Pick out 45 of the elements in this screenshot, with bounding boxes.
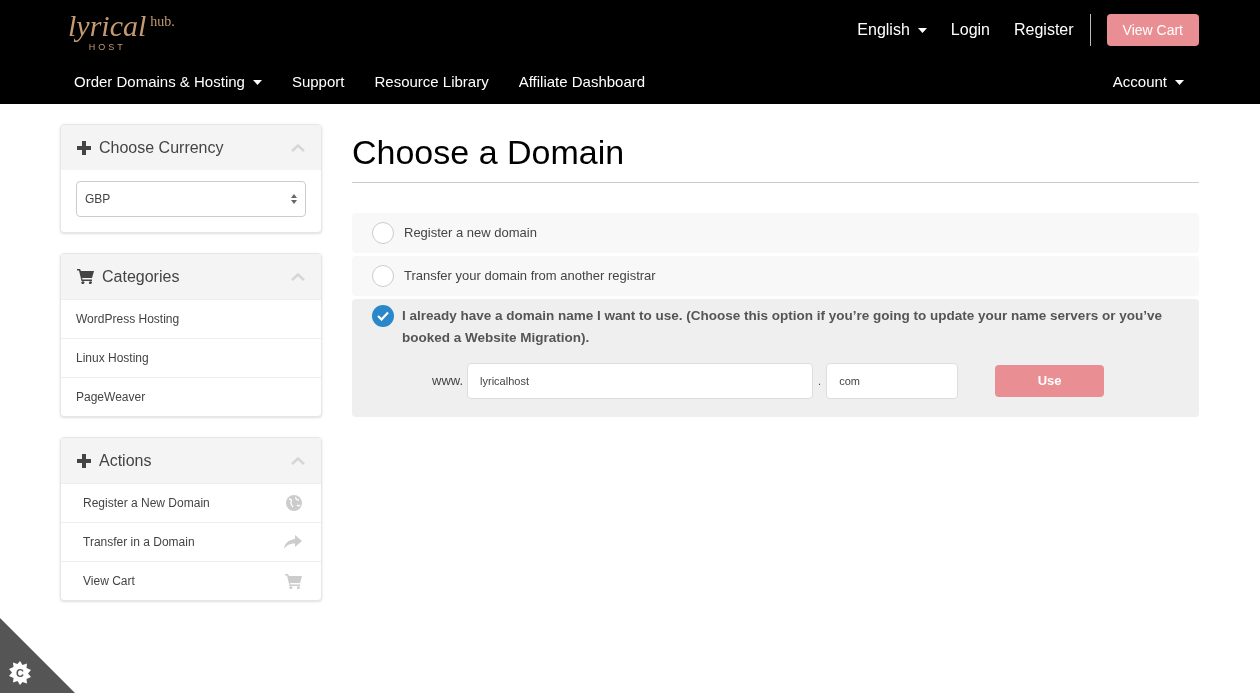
collapse-chevron-icon[interactable] [291,143,305,152]
check-icon [377,311,389,321]
cart-icon [285,573,302,589]
action-link[interactable]: Register a New Domain [61,483,321,522]
domain-name-field[interactable]: lyricalhost [467,363,814,399]
action-link[interactable]: View Cart [61,561,321,600]
domain-option[interactable]: Register a new domain [352,213,1199,253]
share-arrow-icon [284,535,302,549]
nav-link[interactable]: Affiliate Dashboard [518,70,646,94]
plus-icon [77,140,91,155]
header-link[interactable]: English [857,18,927,42]
option-label: I already have a domain name I want to use. (Choose this option if you’re going to update your name servers or you’ve booked a Website Migration). [402,307,1163,347]
site-logo[interactable]: lyrical HOST hub. [68,7,175,53]
tld-field[interactable]: com [826,363,959,399]
nav-link[interactable]: Resource Library [374,70,489,94]
currency-select[interactable]: GBP [76,181,306,217]
category-link[interactable]: WordPress Hosting [61,299,321,338]
domain-option[interactable]: Transfer your domain from another registrar [352,256,1199,296]
corner-badge[interactable]: C [0,618,75,693]
panel-title: Choose Currency [99,137,224,158]
nav-link[interactable]: Order Domains & Hosting [74,70,262,94]
option-label: Transfer your domain from another registrar [404,267,656,286]
collapse-chevron-icon[interactable] [291,272,305,281]
header-link[interactable]: Login [950,18,990,42]
domain-option[interactable]: I already have a domain name I want to use. (Choose this option if you’re going to update your name servers or you’ve booked a Website Migration). www. lyricalhost . com Use [352,299,1199,417]
option-label: Register a new domain [404,224,537,243]
category-link[interactable]: Linux Hosting [61,338,321,377]
page-heading: Choose a Domain [352,128,1199,183]
radio-button[interactable] [372,222,394,244]
globe-icon [286,495,302,511]
sort-arrows-icon [291,194,297,204]
radio-button[interactable] [372,265,394,287]
category-link[interactable]: PageWeaver [61,377,321,416]
panel-title: Categories [102,266,180,287]
checked-radio[interactable] [372,305,394,327]
cart-icon [77,269,94,284]
nav-link[interactable]: Support [291,70,345,94]
dot-separator: . [818,373,822,389]
header-link[interactable]: Register [1014,18,1074,42]
account-menu[interactable]: Account [1112,70,1184,94]
action-link[interactable]: Transfer in a Domain [61,522,321,561]
panel-title: Actions [99,450,152,471]
www-prefix: www. [432,372,464,391]
plus-icon [77,453,91,468]
collapse-chevron-icon[interactable] [291,456,305,465]
